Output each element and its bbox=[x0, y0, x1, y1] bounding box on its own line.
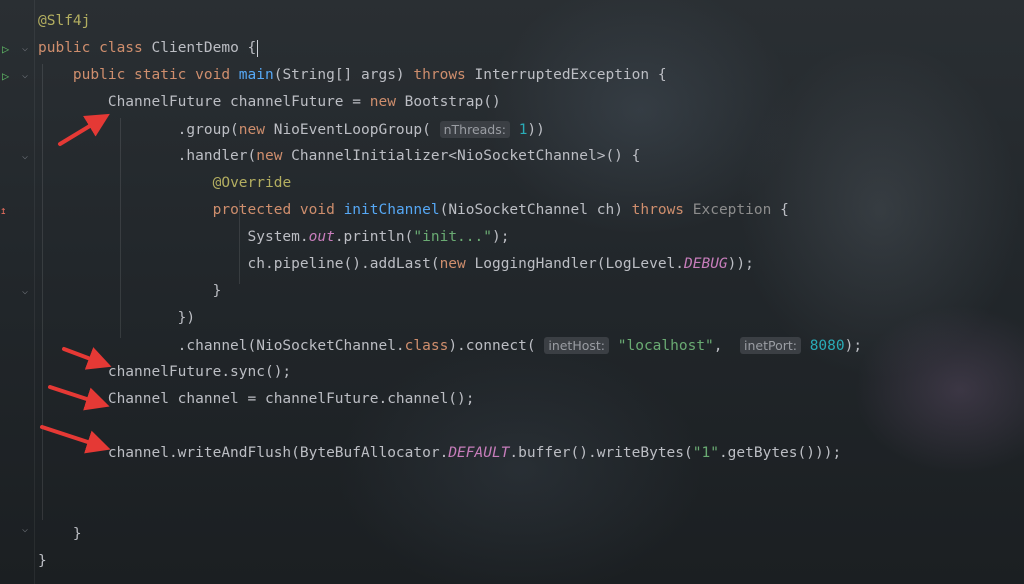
red-arrow bbox=[40, 425, 111, 454]
red-arrow bbox=[48, 385, 110, 411]
red-arrow bbox=[58, 113, 110, 146]
red-arrow bbox=[62, 347, 112, 370]
annotation-arrows bbox=[40, 113, 112, 454]
